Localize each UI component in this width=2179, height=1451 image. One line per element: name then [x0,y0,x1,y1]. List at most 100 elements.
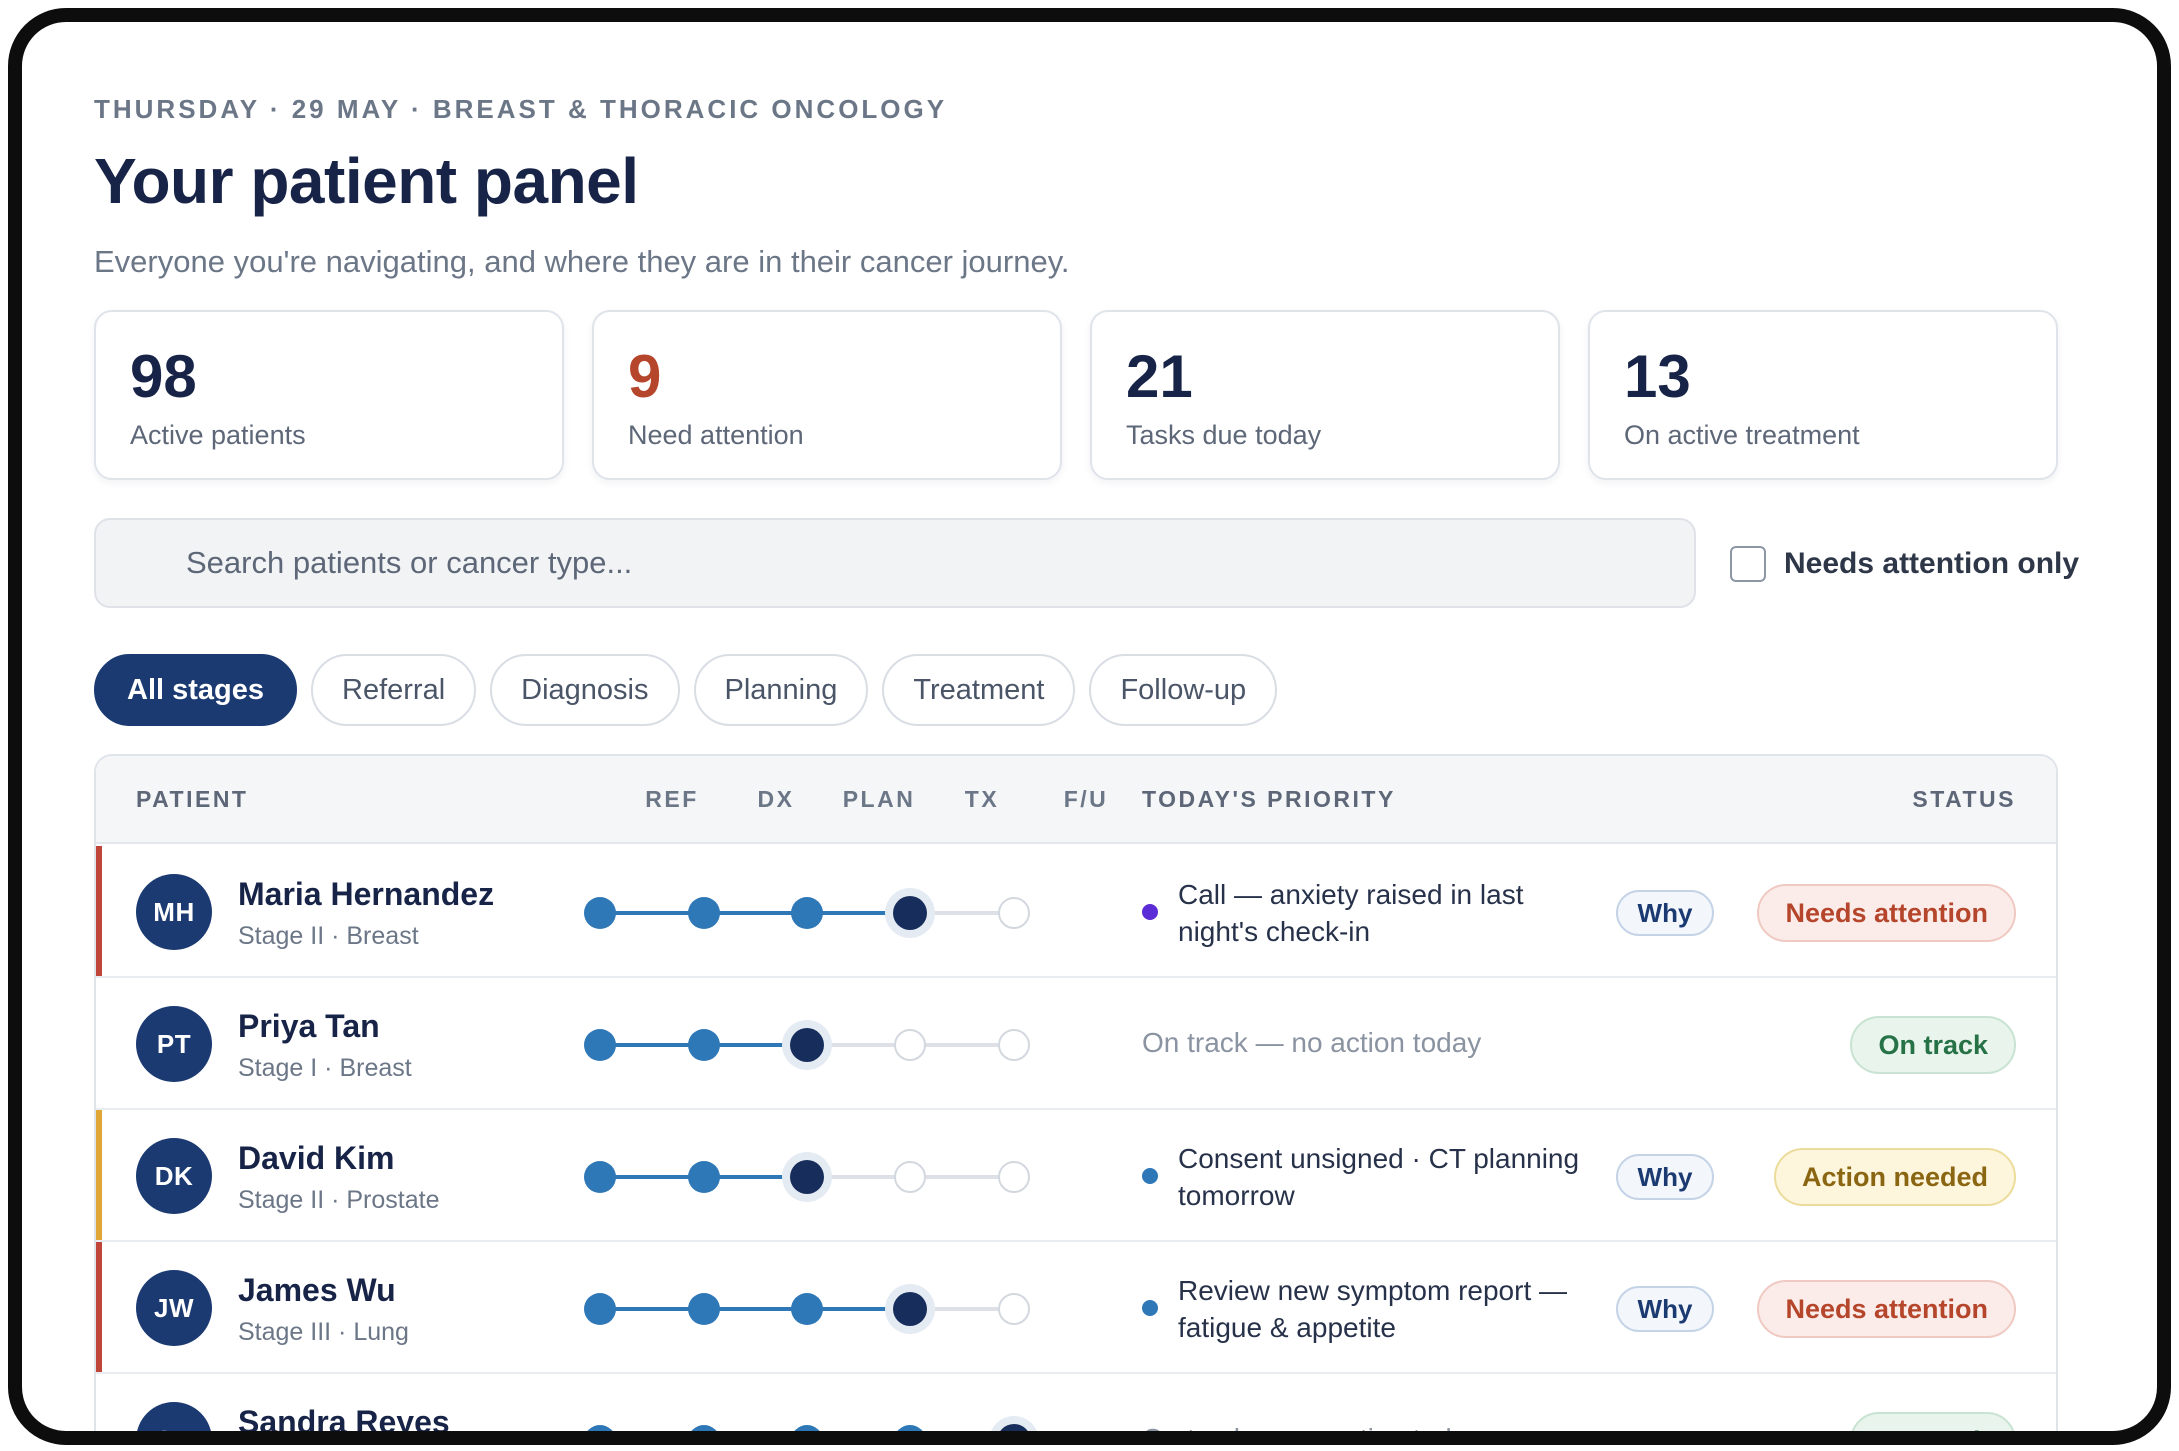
why-button[interactable]: Why [1616,1286,1714,1332]
journey-stage-dot [791,1293,823,1325]
journey-stage-dot [998,1293,1030,1325]
priority-flag [96,1242,102,1372]
journey-stage-dot [791,1425,823,1431]
status-badge[interactable]: Needs attention [1757,1280,2016,1338]
page-subtitle: Everyone you're navigating, and where th… [94,244,1070,279]
avatar: PT [136,1006,212,1082]
avatar: MH [136,874,212,950]
patient-stage-type: Stage II · Prostate [238,1186,440,1214]
needs-attention-checkbox[interactable] [1730,546,1766,582]
journey-progress [600,911,910,915]
journey-stage-dot [893,896,927,930]
journey-progress [600,1307,910,1311]
column-header-plan: PLAN [842,786,916,812]
journey-tracker [528,874,1088,950]
stat-value: 98 [130,343,197,410]
journey-stage-dot [688,1425,720,1431]
journey-stage-dot [998,897,1030,929]
journey-stage-dot [893,1292,927,1326]
journey-stage-dot [584,1161,616,1193]
stat-label: Tasks due today [1126,420,1322,450]
journey-stage-dot [688,1161,720,1193]
stat-card-need-attention[interactable]: 9 Need attention [592,310,1062,480]
todays-priority: On track — no action today [1142,1423,1482,1445]
journey-stage-dot [790,1028,824,1062]
why-button[interactable]: Why [1616,890,1714,936]
todays-priority: Review new symptom report — fatigue & ap… [1178,1275,1568,1343]
avatar: JW [136,1270,212,1346]
needs-attention-filter[interactable]: Needs attention only [1730,542,2079,586]
journey-stage-dot [791,897,823,929]
journey-stage-dot [894,1029,926,1061]
journey-stage-dot [584,897,616,929]
stat-label: Need attention [628,420,804,450]
table-row[interactable]: MH Maria Hernandez Stage II · Breast Call —… [96,846,2056,978]
patient-name[interactable]: Sandra Reyes [238,1404,450,1431]
column-header-patient[interactable]: PATIENT [136,786,248,813]
column-header-status[interactable]: STATUS [1912,786,2016,813]
column-header-dx: DX [757,786,795,812]
search-box[interactable] [94,518,1696,608]
avatar: DK [136,1138,212,1214]
patient-name[interactable]: James Wu [238,1272,396,1309]
journey-tracker [528,1270,1088,1346]
stat-value: 9 [628,343,662,410]
table-row[interactable]: PT Priya Tan Stage I · Breast On track — no… [96,978,2056,1110]
patient-name[interactable]: David Kim [238,1140,394,1177]
journey-stage-dot [998,1029,1030,1061]
journey-stage-dot [688,1293,720,1325]
journey-tracker [528,1138,1088,1214]
column-header-priority[interactable]: TODAY'S PRIORITY [1142,786,1396,813]
journey-tracker [528,1402,1088,1443]
todays-priority: Consent unsigned · CT planning tomorrow [1178,1143,1580,1211]
stat-label: On active treatment [1624,420,1860,450]
journey-stage-dot [584,1029,616,1061]
stat-value: 21 [1126,343,1193,410]
chip-diagnosis[interactable]: Diagnosis [490,654,680,726]
table-row[interactable]: SR Sandra Reyes On track — no action today… [96,1374,2056,1445]
todays-priority: Call — anxiety raised in last night's ch… [1178,879,1524,947]
chip-follow-up[interactable]: Follow-up [1089,654,1278,726]
priority-bullet [1142,1168,1158,1184]
patient-stage-type: Stage III · Lung [238,1318,409,1346]
chip-all-stages[interactable]: All stages [94,654,297,726]
chip-referral[interactable]: Referral [311,654,477,726]
journey-stage-dot [894,1425,926,1431]
column-header-tx: TX [964,786,1000,812]
why-button[interactable]: Why [1616,1154,1714,1200]
search-icon [132,550,156,574]
stats-row: 98 Active patients 9 Need attention 21 T… [94,310,2058,480]
patient-stage-type: Stage I · Breast [238,1054,412,1082]
stage-filter-chips: All stages Referral Diagnosis Planning T… [94,654,1291,726]
page-title: Your patient panel [94,145,639,217]
stat-label: Active patients [130,420,306,450]
stat-value: 13 [1624,343,1691,410]
journey-stage-dot [894,1161,926,1193]
stat-card-active-patients[interactable]: 98 Active patients [94,310,564,480]
stat-card-on-active-treatment[interactable]: 13 On active treatment [1588,310,2058,480]
status-badge[interactable]: Needs attention [1757,884,2016,942]
patient-name[interactable]: Priya Tan [238,1008,380,1045]
journey-stage-dot [688,897,720,929]
table-header: PATIENT REF DX PLAN TX F/U TODAY'S PRIOR… [96,756,2056,844]
patient-stage-type: Stage II · Breast [238,922,419,950]
stat-card-tasks-due-today[interactable]: 21 Tasks due today [1090,310,1560,480]
chip-treatment[interactable]: Treatment [882,654,1076,726]
table-row[interactable]: DK David Kim Stage II · Prostate Consent un… [96,1110,2056,1242]
status-badge[interactable]: On track [1850,1412,2016,1431]
status-badge[interactable]: On track [1850,1016,2016,1074]
needs-attention-label: Needs attention only [1784,547,2080,580]
table-row[interactable]: JW James Wu Stage III · Lung Review new sym… [96,1242,2056,1374]
status-badge[interactable]: Action needed [1773,1148,2016,1206]
patient-name[interactable]: Maria Hernandez [238,876,494,913]
column-header-fu: F/U [1063,786,1109,812]
avatar: SR [136,1402,212,1431]
search-input[interactable] [186,520,1666,606]
patient-table: PATIENT REF DX PLAN TX F/U TODAY'S PRIOR… [94,754,2058,1445]
date-department-eyebrow: THURSDAY · 29 MAY · BREAST & THORACIC ON… [94,94,948,124]
journey-stage-dot [790,1160,824,1194]
journey-track [600,1439,1014,1443]
journey-tracker [528,1006,1088,1082]
priority-flag [96,846,102,976]
chip-planning[interactable]: Planning [693,654,869,726]
